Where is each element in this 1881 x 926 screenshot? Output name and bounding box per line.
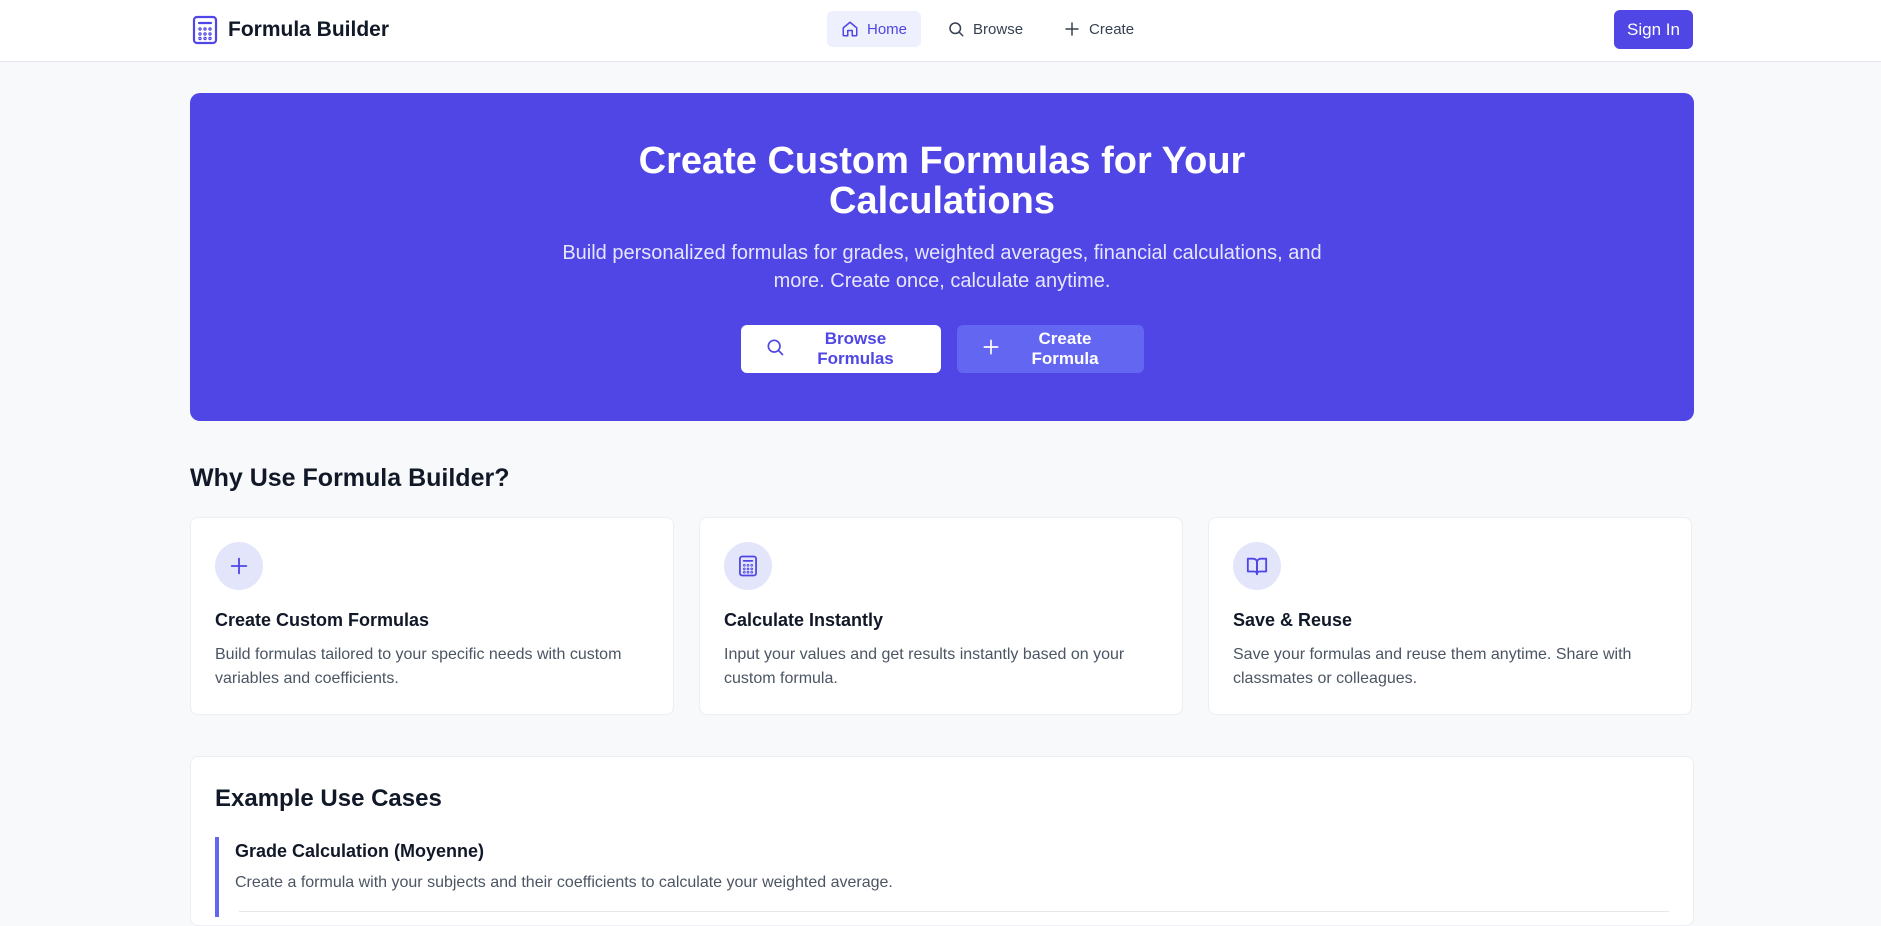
create-formula-button[interactable]: Create Formula — [956, 325, 1144, 373]
feature-card: Save & Reuse Save your formulas and reus… — [1208, 517, 1692, 715]
plus-icon — [215, 542, 263, 590]
feature-description: Save your formulas and reuse them anytim… — [1233, 646, 1632, 687]
feature-title: Create Custom Formulas — [215, 610, 430, 630]
feature-title: Save & Reuse — [1233, 610, 1353, 630]
hero-title: Create Custom Formulas for Your Calculat… — [638, 140, 1246, 222]
nav-item-home[interactable]: Home — [827, 11, 922, 47]
nav-item-browse[interactable]: Browse — [933, 11, 1037, 47]
hero-actions: Browse Formulas Create Formula — [190, 325, 1694, 373]
feature-description: Build formulas tailored to your specific… — [215, 646, 622, 687]
calculator-icon — [724, 542, 772, 590]
browse-formulas-button[interactable]: Browse Formulas — [740, 325, 941, 373]
plus-icon — [1063, 20, 1081, 38]
sign-in-button[interactable]: Sign In — [1614, 10, 1693, 49]
plus-icon — [981, 337, 1001, 362]
brand[interactable]: Formula Builder — [192, 13, 389, 47]
book-open-icon — [1233, 542, 1281, 590]
feature-card: Create Custom Formulas Build formulas ta… — [190, 517, 674, 715]
example-title: Grade Calculation (Moyenne) — [235, 841, 485, 861]
nav-item-label: Browse — [973, 20, 1024, 38]
hero-subtitle: Build personalized formulas for grades, … — [562, 242, 1322, 292]
nav-item-create[interactable]: Create — [1049, 11, 1148, 47]
nav-item-label: Create — [1089, 20, 1135, 38]
examples-title: Example Use Cases — [215, 785, 442, 812]
feature-title: Calculate Instantly — [724, 610, 884, 630]
nav-item-label: Home — [867, 20, 908, 38]
feature-description: Input your values and get results instan… — [724, 646, 1125, 687]
browse-formulas-label: Browse Formulas — [817, 329, 894, 368]
search-icon — [765, 337, 785, 362]
main-nav: Home Browse Create — [827, 11, 1148, 47]
brand-name: Formula Builder — [228, 18, 390, 41]
home-icon — [841, 20, 859, 38]
example-use-cases: Example Use Cases Grade Calculation (Moy… — [190, 756, 1694, 926]
search-icon — [947, 20, 965, 38]
top-navbar: Formula Builder Home Browse Create Sign … — [0, 0, 1881, 62]
example-item[interactable]: Grade Calculation (Moyenne) Create a for… — [215, 837, 1669, 917]
feature-card: Calculate Instantly Input your values an… — [699, 517, 1183, 715]
hero-banner: Create Custom Formulas for Your Calculat… — [190, 93, 1694, 421]
calculator-icon — [192, 15, 218, 45]
create-formula-label: Create Formula — [1031, 329, 1099, 368]
feature-cards: Create Custom Formulas Build formulas ta… — [190, 517, 1694, 715]
features-title: Why Use Formula Builder? — [190, 464, 510, 492]
example-description: Create a formula with your subjects and … — [235, 874, 893, 891]
